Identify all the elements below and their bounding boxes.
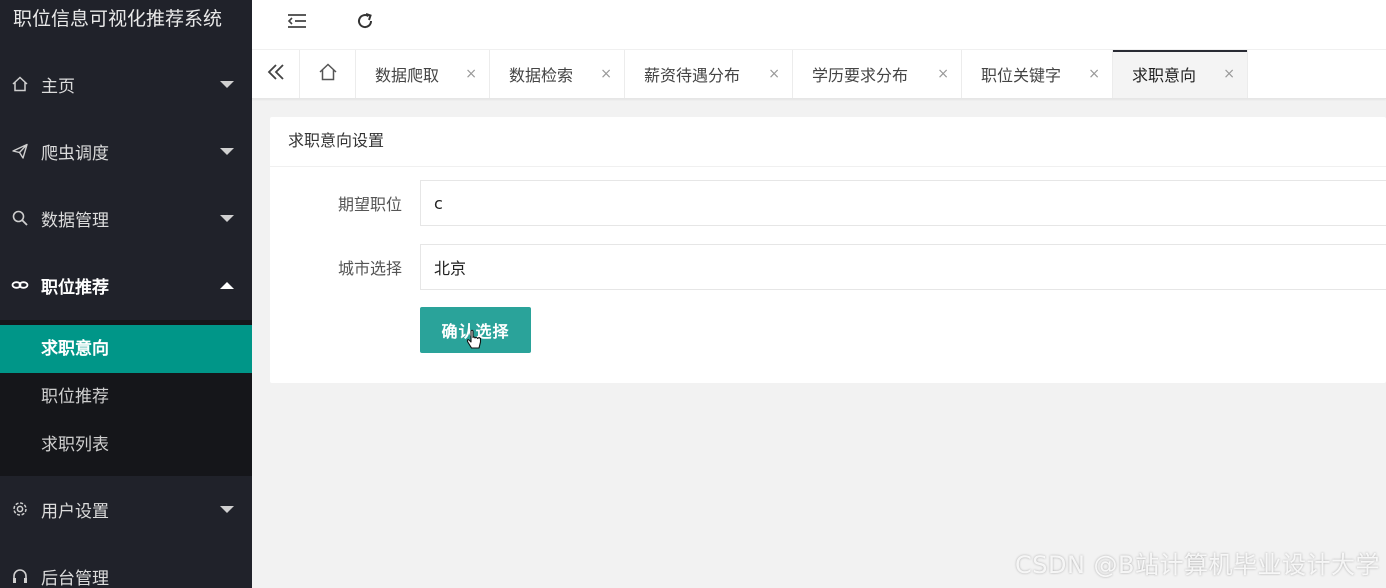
tab-intention[interactable]: 求职意向 ×: [1113, 50, 1248, 98]
city-select[interactable]: 北京: [420, 244, 1386, 290]
chevron-up-icon: [220, 281, 234, 289]
tab-label: 学历要求分布: [812, 66, 909, 85]
sidebar-item-admin[interactable]: 后台管理: [0, 548, 252, 588]
search-icon: [10, 208, 30, 228]
close-icon[interactable]: ×: [1223, 67, 1235, 81]
sidebar-item-label: 主页: [41, 76, 75, 97]
tab-search[interactable]: 数据检索 ×: [490, 50, 625, 98]
paper-plane-icon: [10, 141, 30, 161]
tab-label: 数据爬取: [375, 66, 440, 85]
refresh-icon[interactable]: [350, 8, 380, 34]
close-icon[interactable]: ×: [1088, 67, 1100, 81]
sidebar-item-label: 后台管理: [41, 568, 109, 588]
tab-bar: 数据爬取 × 数据检索 × 薪资待遇分布 × 学历要求分布 × 职位关键字 × …: [252, 50, 1386, 99]
sidebar-item-data[interactable]: 数据管理: [0, 190, 252, 246]
sidebar: 职位信息可视化推荐系统 主页 爬虫调度 数据管理 职位推荐 求职意向 职位推荐 …: [0, 0, 252, 588]
chevron-down-icon: [220, 147, 234, 155]
sidebar-item-recommend[interactable]: 职位推荐: [0, 257, 252, 313]
close-icon[interactable]: ×: [600, 67, 612, 81]
tab-label: 薪资待遇分布: [644, 66, 741, 85]
tab-education[interactable]: 学历要求分布 ×: [793, 50, 962, 98]
close-icon[interactable]: ×: [465, 67, 477, 81]
chevron-down-icon: [220, 80, 234, 88]
close-icon[interactable]: ×: [937, 67, 949, 81]
sidebar-item-crawler[interactable]: 爬虫调度: [0, 123, 252, 179]
sidebar-item-label: 用户设置: [41, 501, 109, 522]
sidebar-item-home[interactable]: 主页: [0, 56, 252, 112]
sidebar-item-label: 爬虫调度: [41, 143, 109, 164]
tab-label: 求职意向: [1132, 66, 1197, 85]
chevron-down-icon: [220, 505, 234, 513]
tab-keywords[interactable]: 职位关键字 ×: [962, 50, 1113, 98]
tab-label: 数据检索: [509, 66, 574, 85]
submenu-recommend: 求职意向 职位推荐 求职列表: [0, 320, 252, 476]
indent-icon[interactable]: [282, 8, 312, 34]
sidebar-item-label: 数据管理: [41, 210, 109, 231]
close-icon[interactable]: ×: [768, 67, 780, 81]
gear-icon: [10, 499, 30, 519]
tab-scroll-left-button[interactable]: [252, 50, 300, 98]
top-toolbar: [252, 0, 1386, 50]
city-label: 城市选择: [337, 259, 402, 278]
link-icon: [10, 275, 30, 295]
double-chevron-left-icon: [266, 63, 286, 85]
hand-cursor-icon: [466, 329, 482, 353]
sidebar-item-user-settings[interactable]: 用户设置: [0, 481, 252, 537]
tab-salary[interactable]: 薪资待遇分布 ×: [625, 50, 793, 98]
chevron-down-icon: [220, 214, 234, 222]
tab-label: 职位关键字: [981, 66, 1062, 85]
home-icon: [10, 74, 30, 94]
home-icon: [318, 62, 338, 86]
card-title: 求职意向设置: [270, 117, 1386, 167]
tab-crawl[interactable]: 数据爬取 ×: [356, 50, 490, 98]
sidebar-subitem-list[interactable]: 求职列表: [0, 421, 252, 469]
watermark: CSDN @B站计算机毕业设计大学: [1014, 551, 1380, 579]
sidebar-item-label: 职位推荐: [41, 277, 109, 298]
position-input[interactable]: c: [420, 180, 1386, 226]
position-label: 期望职位: [337, 195, 402, 214]
tab-home[interactable]: [300, 50, 356, 98]
headset-icon: [10, 566, 30, 586]
intention-card: 求职意向设置 期望职位 c 城市选择 北京 确认选择: [270, 117, 1386, 383]
sidebar-subitem-intention[interactable]: 求职意向: [0, 325, 252, 373]
sidebar-subitem-recommend[interactable]: 职位推荐: [0, 373, 252, 421]
app-title: 职位信息可视化推荐系统: [13, 8, 223, 30]
